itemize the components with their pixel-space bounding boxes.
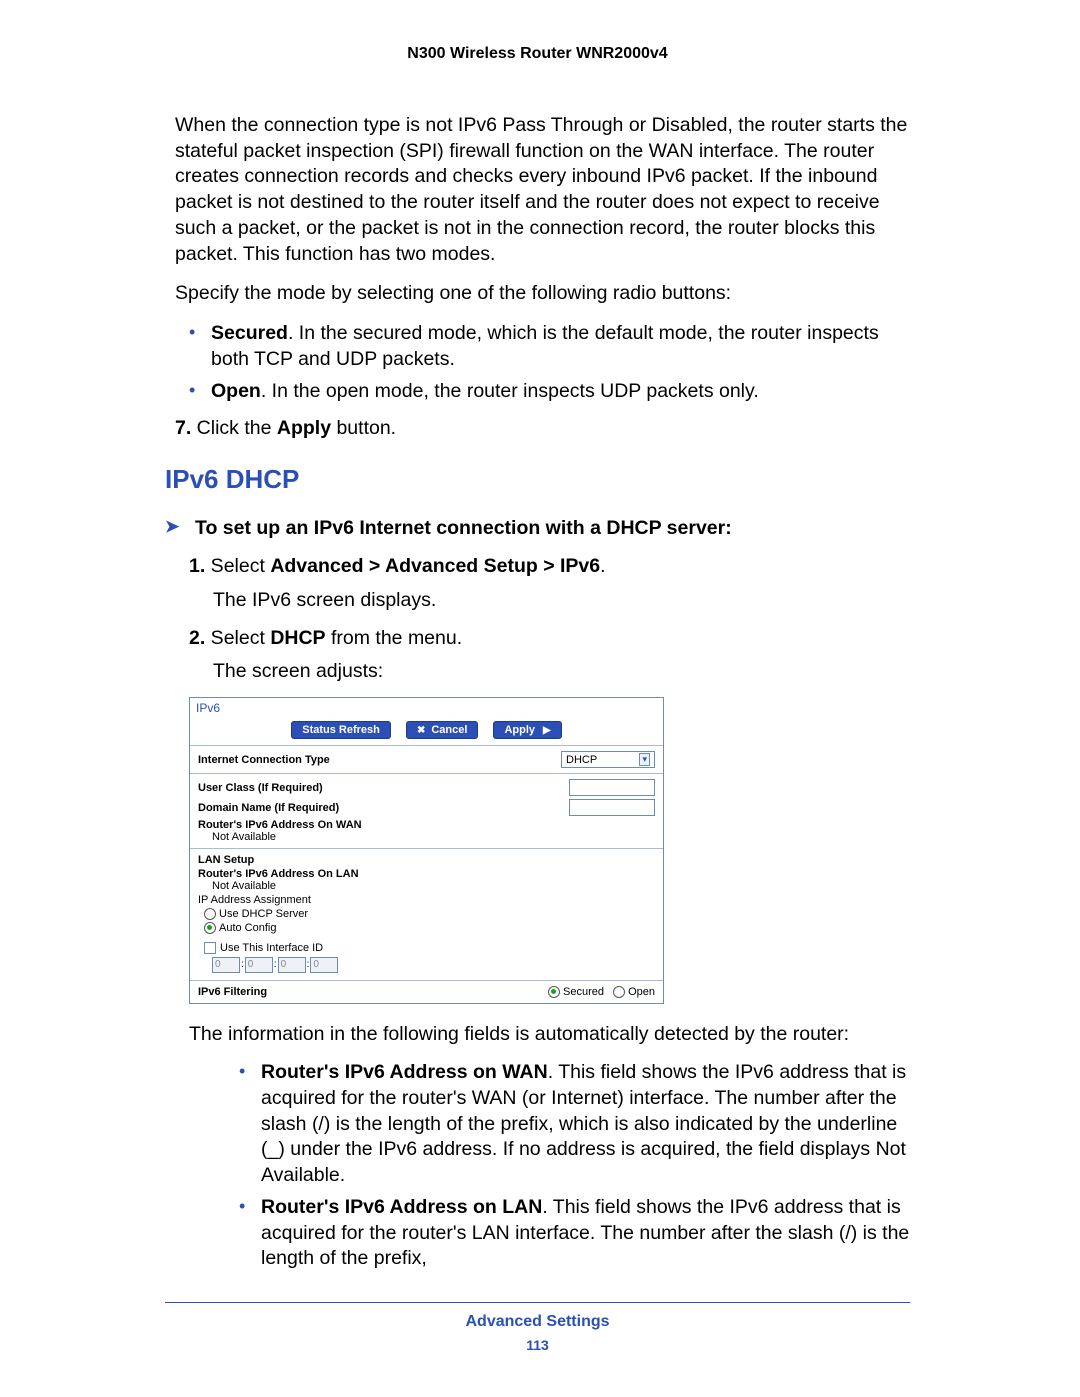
domain-name-label: Domain Name (If Required)	[198, 802, 339, 814]
use-interface-id-option[interactable]: Use This Interface ID	[204, 942, 655, 954]
mode-secured-text: . In the secured mode, which is the defa…	[211, 322, 879, 370]
internet-connection-type-value: DHCP	[566, 754, 597, 766]
lan-address-label: Router's IPv6 Address On LAN	[198, 868, 655, 880]
wan-address-label: Router's IPv6 Address On WAN	[198, 819, 655, 831]
mode-secured-label: Secured	[211, 322, 288, 344]
domain-name-input[interactable]	[569, 799, 655, 816]
radio-empty-icon	[204, 908, 216, 920]
wan-address-field-bold: Router's IPv6 Address on WAN	[261, 1061, 548, 1083]
checkbox-icon	[204, 942, 216, 954]
auto-config-label: Auto Config	[219, 922, 276, 934]
ipv6-filtering-options: Secured Open	[548, 986, 655, 998]
step-1: 1. Select Advanced > Advanced Setup > IP…	[165, 554, 910, 580]
use-dhcp-server-option[interactable]: Use DHCP Server	[204, 908, 655, 920]
radio-selected-icon	[548, 986, 560, 998]
modes-list: Secured. In the secured mode, which is t…	[175, 321, 910, 404]
panel-title: IPv6	[190, 698, 663, 717]
step-2-pre: Select	[205, 627, 270, 649]
step-7: 7. Click the Apply button.	[175, 416, 910, 442]
use-dhcp-server-label: Use DHCP Server	[219, 908, 308, 920]
user-class-input[interactable]	[569, 779, 655, 796]
footer-section-title: Advanced Settings	[165, 1313, 910, 1331]
interface-id-field-0[interactable]: 0	[212, 957, 240, 973]
step-7-post: button.	[331, 417, 396, 439]
step-1-sub: The IPv6 screen displays.	[165, 588, 910, 614]
filtering-open-option[interactable]: Open	[613, 986, 655, 998]
lan-setup-section: LAN Setup Router's IPv6 Address On LAN N…	[190, 848, 663, 980]
internet-connection-type-label: Internet Connection Type	[198, 754, 330, 766]
chevron-right-icon: ▶	[543, 725, 551, 736]
filtering-secured-option[interactable]: Secured	[548, 986, 604, 998]
after-screenshot-paragraph: The information in the following fields …	[165, 1022, 910, 1048]
apply-button-label: Apply	[504, 724, 535, 736]
mode-open-item: Open. In the open mode, the router inspe…	[211, 379, 910, 405]
lan-setup-heading: LAN Setup	[198, 854, 655, 866]
interface-id-field-1[interactable]: 0	[245, 957, 273, 973]
status-refresh-button[interactable]: Status Refresh	[291, 721, 391, 739]
mode-open-text: . In the open mode, the router inspects …	[261, 380, 759, 402]
dhcp-details-section: User Class (If Required) Domain Name (If…	[190, 773, 663, 848]
wan-address-field-item: Router's IPv6 Address on WAN. This field…	[261, 1060, 910, 1189]
step-2-sub: The screen adjusts:	[165, 659, 910, 685]
internet-connection-type-select[interactable]: DHCP ▾	[561, 751, 655, 768]
step-2-number: 2.	[189, 627, 205, 649]
step-2-bold: DHCP	[270, 627, 325, 649]
use-interface-id-label: Use This Interface ID	[220, 942, 323, 954]
lan-address-field-item: Router's IPv6 Address on LAN. This field…	[261, 1195, 910, 1272]
step-7-number: 7.	[175, 417, 191, 439]
task-heading: To set up an IPv6 Internet connection wi…	[165, 517, 910, 540]
intro-paragraph-1: When the connection type is not IPv6 Pas…	[175, 113, 910, 267]
radio-selected-icon	[204, 922, 216, 934]
interface-id-field-2[interactable]: 0	[278, 957, 306, 973]
step-7-bold: Apply	[277, 417, 331, 439]
section-heading-ipv6-dhcp: IPv6 DHCP	[165, 464, 910, 495]
panel-button-row: Status Refresh ✖ Cancel Apply ▶	[190, 717, 663, 745]
filtering-secured-label: Secured	[563, 986, 604, 998]
page-footer: Advanced Settings 113	[165, 1302, 910, 1353]
user-class-label: User Class (If Required)	[198, 782, 323, 794]
interface-id-field-3[interactable]: 0	[310, 957, 338, 973]
interface-id-inputs: 0:0:0:0	[212, 957, 655, 973]
apply-button[interactable]: Apply ▶	[493, 721, 561, 739]
ip-address-assignment-label: IP Address Assignment	[198, 894, 655, 906]
fields-bullet-list: Router's IPv6 Address on WAN. This field…	[225, 1060, 910, 1272]
filtering-open-label: Open	[628, 986, 655, 998]
cancel-button[interactable]: ✖ Cancel	[406, 721, 478, 739]
wan-address-value: Not Available	[212, 831, 655, 843]
internet-connection-type-row: Internet Connection Type DHCP ▾	[190, 745, 663, 773]
ipv6-filtering-label: IPv6 Filtering	[198, 986, 267, 998]
lan-address-value: Not Available	[212, 880, 655, 892]
step-7-pre: Click the	[191, 417, 277, 439]
mode-secured-item: Secured. In the secured mode, which is t…	[211, 321, 910, 372]
step-1-bold: Advanced > Advanced Setup > IPv6	[270, 555, 600, 577]
step-2: 2. Select DHCP from the menu.	[165, 626, 910, 652]
lan-address-field-bold: Router's IPv6 Address on LAN	[261, 1196, 542, 1218]
radio-empty-icon	[613, 986, 625, 998]
cancel-button-label: Cancel	[431, 724, 467, 736]
mode-open-label: Open	[211, 380, 261, 402]
footer-page-number: 113	[165, 1337, 910, 1353]
ipv6-filtering-row: IPv6 Filtering Secured Open	[190, 980, 663, 1003]
auto-config-option[interactable]: Auto Config	[204, 922, 655, 934]
step-1-post: .	[600, 555, 605, 577]
chevron-down-icon: ▾	[639, 753, 650, 766]
close-icon: ✖	[417, 725, 425, 736]
intro-paragraph-2: Specify the mode by selecting one of the…	[175, 281, 910, 307]
step-1-number: 1.	[189, 555, 205, 577]
document-header: N300 Wireless Router WNR2000v4	[165, 45, 910, 63]
step-1-pre: Select	[205, 555, 270, 577]
ipv6-screenshot-panel: IPv6 Status Refresh ✖ Cancel Apply ▶ Inter…	[189, 697, 664, 1004]
step-2-post: from the menu.	[326, 627, 463, 649]
